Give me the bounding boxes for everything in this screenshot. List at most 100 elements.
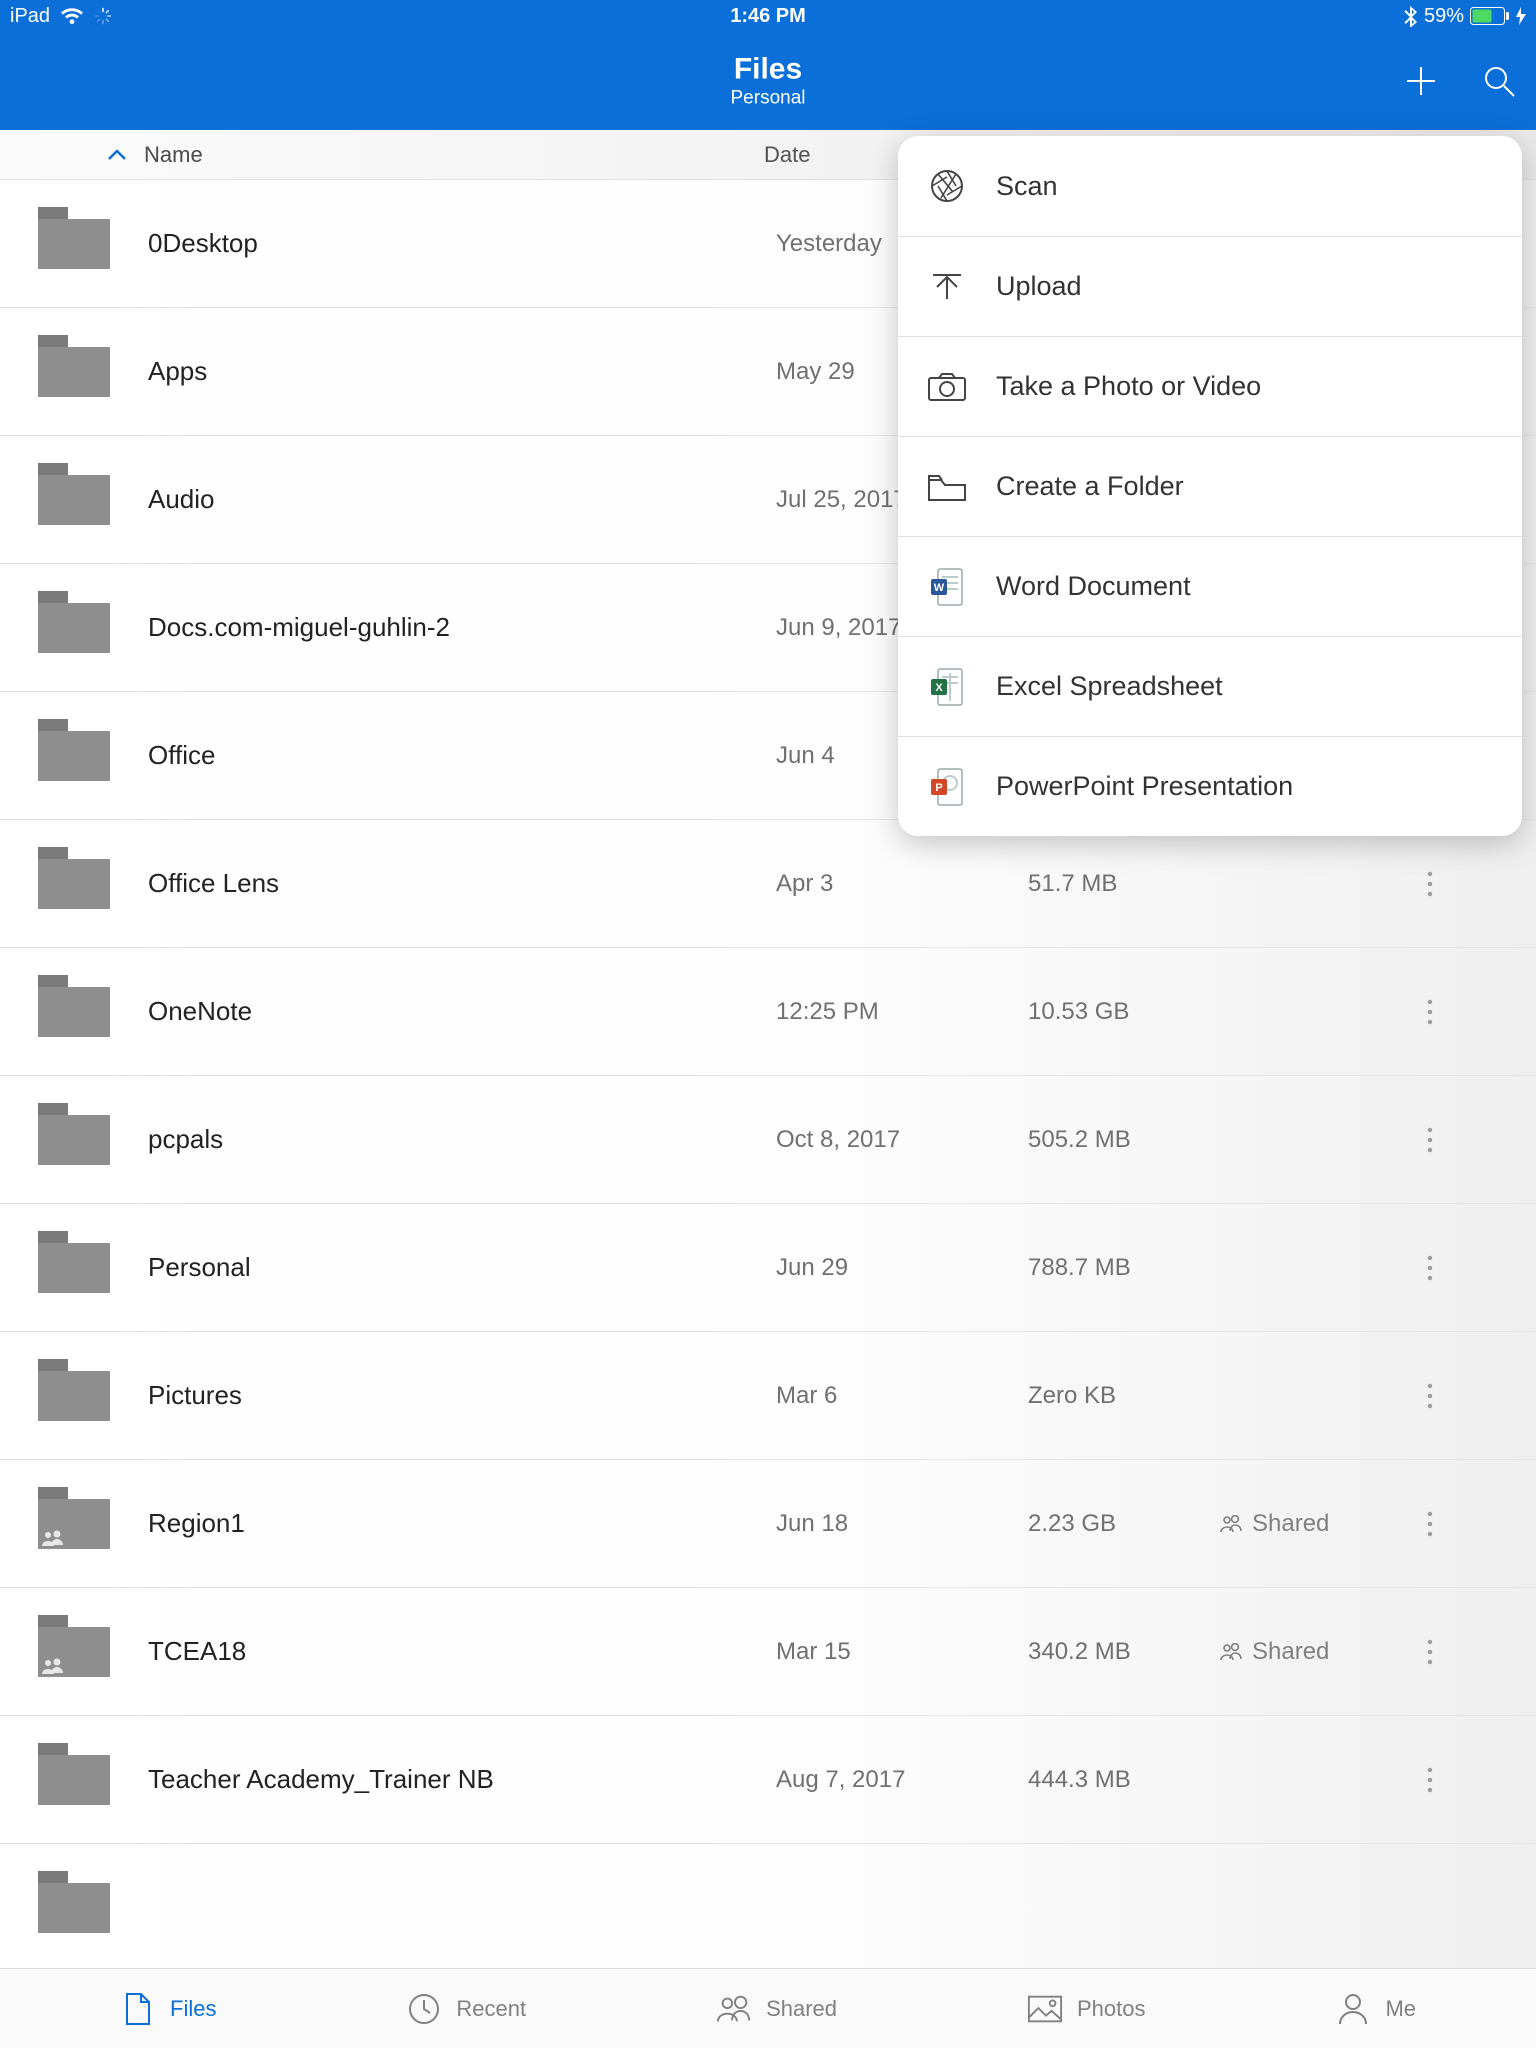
file-name: Audio	[148, 484, 776, 515]
tab-label: Recent	[456, 1996, 526, 2022]
file-name: Docs.com-miguel-guhlin-2	[148, 612, 776, 643]
file-row[interactable]: PersonalJun 29788.7 MB	[0, 1204, 1536, 1332]
add-menu-item[interactable]: W Word Document	[898, 536, 1522, 636]
folder-icon	[0, 987, 148, 1037]
folder-icon	[0, 1243, 148, 1293]
add-menu-item[interactable]: Scan	[898, 136, 1522, 236]
tab-label: Photos	[1077, 1996, 1146, 2022]
add-menu-item[interactable]: Create a Folder	[898, 436, 1522, 536]
more-options-button[interactable]	[1400, 1639, 1460, 1665]
sort-chevron-icon[interactable]	[108, 149, 126, 161]
folder-icon	[0, 1883, 148, 1933]
file-name: 0Desktop	[148, 228, 776, 259]
file-row[interactable]	[0, 1844, 1536, 1968]
file-date: Apr 3	[776, 870, 1028, 898]
file-date: Oct 8, 2017	[776, 1126, 1028, 1154]
tab-shared[interactable]: Shared	[716, 1991, 837, 2027]
person-icon	[1335, 1991, 1371, 2027]
folder-icon	[0, 1627, 148, 1677]
tab-files[interactable]: Files	[120, 1991, 216, 2027]
svg-text:W: W	[934, 582, 945, 594]
clock-icon	[406, 1991, 442, 2027]
file-name: TCEA18	[148, 1636, 776, 1667]
file-row[interactable]: OneNote12:25 PM10.53 GB	[0, 948, 1536, 1076]
battery-pct: 59%	[1424, 5, 1464, 28]
add-menu-item[interactable]: PPowerPoint Presentation	[898, 736, 1522, 836]
file-size: Zero KB	[1028, 1382, 1220, 1410]
add-menu-label: Upload	[996, 271, 1082, 302]
photo-icon	[1027, 1991, 1063, 2027]
folder-icon	[0, 731, 148, 781]
file-size: 2.23 GB	[1028, 1510, 1220, 1538]
charging-icon	[1516, 7, 1526, 25]
battery-icon	[1470, 7, 1510, 25]
add-menu-label: Word Document	[996, 571, 1191, 602]
file-name: OneNote	[148, 996, 776, 1027]
file-name: Pictures	[148, 1380, 776, 1411]
file-row[interactable]: Teacher Academy_Trainer NBAug 7, 2017444…	[0, 1716, 1536, 1844]
camera-icon	[898, 372, 996, 402]
add-menu-item[interactable]: XExcel Spreadsheet	[898, 636, 1522, 736]
col-header-name[interactable]: Name	[144, 142, 764, 168]
add-menu-label: PowerPoint Presentation	[996, 771, 1293, 802]
folder-new-icon	[898, 472, 996, 502]
more-options-button[interactable]	[1400, 1255, 1460, 1281]
file-name: Apps	[148, 356, 776, 387]
add-menu-item[interactable]: Upload	[898, 236, 1522, 336]
more-options-button[interactable]	[1400, 871, 1460, 897]
tab-label: Me	[1385, 1996, 1416, 2022]
bluetooth-icon	[1404, 5, 1418, 27]
add-menu-item[interactable]: Take a Photo or Video	[898, 336, 1522, 436]
shared-badge-icon	[42, 1658, 64, 1674]
folder-icon	[0, 603, 148, 653]
people-icon	[1220, 1643, 1242, 1661]
file-size: 51.7 MB	[1028, 870, 1220, 898]
folder-icon	[0, 859, 148, 909]
search-button[interactable]	[1480, 62, 1518, 100]
file-name: Office	[148, 740, 776, 771]
tab-label: Shared	[766, 1996, 837, 2022]
file-row[interactable]: PicturesMar 6Zero KB	[0, 1332, 1536, 1460]
file-date: Aug 7, 2017	[776, 1766, 1028, 1794]
more-options-button[interactable]	[1400, 1767, 1460, 1793]
powerpoint-icon: P	[898, 767, 996, 807]
file-size: 340.2 MB	[1028, 1638, 1220, 1666]
file-shared-indicator: Shared	[1220, 1638, 1400, 1666]
shared-badge-icon	[42, 1530, 64, 1546]
status-bar: iPad 1:46 PM 59%	[0, 0, 1536, 32]
page-subtitle: Personal	[731, 88, 806, 110]
folder-icon	[0, 219, 148, 269]
tab-me[interactable]: Me	[1335, 1991, 1416, 2027]
file-row[interactable]: Region1Jun 182.23 GBShared	[0, 1460, 1536, 1588]
people-icon	[716, 1991, 752, 2027]
add-button[interactable]	[1402, 62, 1440, 100]
file-row[interactable]: Office LensApr 351.7 MB	[0, 820, 1536, 948]
file-date: Jun 29	[776, 1254, 1028, 1282]
file-name: Office Lens	[148, 868, 776, 899]
tab-label: Files	[170, 1996, 216, 2022]
file-date: Mar 15	[776, 1638, 1028, 1666]
file-size: 788.7 MB	[1028, 1254, 1220, 1282]
folder-icon	[0, 1371, 148, 1421]
more-options-button[interactable]	[1400, 1511, 1460, 1537]
more-options-button[interactable]	[1400, 1127, 1460, 1153]
more-options-button[interactable]	[1400, 999, 1460, 1025]
tab-bar: Files Recent Shared Photos Me	[0, 1968, 1536, 2048]
more-options-button[interactable]	[1400, 1383, 1460, 1409]
add-menu-label: Take a Photo or Video	[996, 371, 1261, 402]
file-size: 505.2 MB	[1028, 1126, 1220, 1154]
svg-text:X: X	[935, 682, 943, 694]
tab-photos[interactable]: Photos	[1027, 1991, 1146, 2027]
add-menu-label: Scan	[996, 171, 1058, 202]
file-row[interactable]: TCEA18Mar 15340.2 MBShared	[0, 1588, 1536, 1716]
folder-icon	[0, 1755, 148, 1805]
tab-recent[interactable]: Recent	[406, 1991, 526, 2027]
nav-header: Files Personal	[0, 32, 1536, 130]
device-label: iPad	[10, 5, 50, 28]
file-row[interactable]: pcpalsOct 8, 2017505.2 MB	[0, 1076, 1536, 1204]
folder-icon	[0, 347, 148, 397]
file-size: 10.53 GB	[1028, 998, 1220, 1026]
people-icon	[1220, 1515, 1242, 1533]
loading-spinner-icon	[94, 7, 112, 25]
upload-icon	[898, 269, 996, 305]
